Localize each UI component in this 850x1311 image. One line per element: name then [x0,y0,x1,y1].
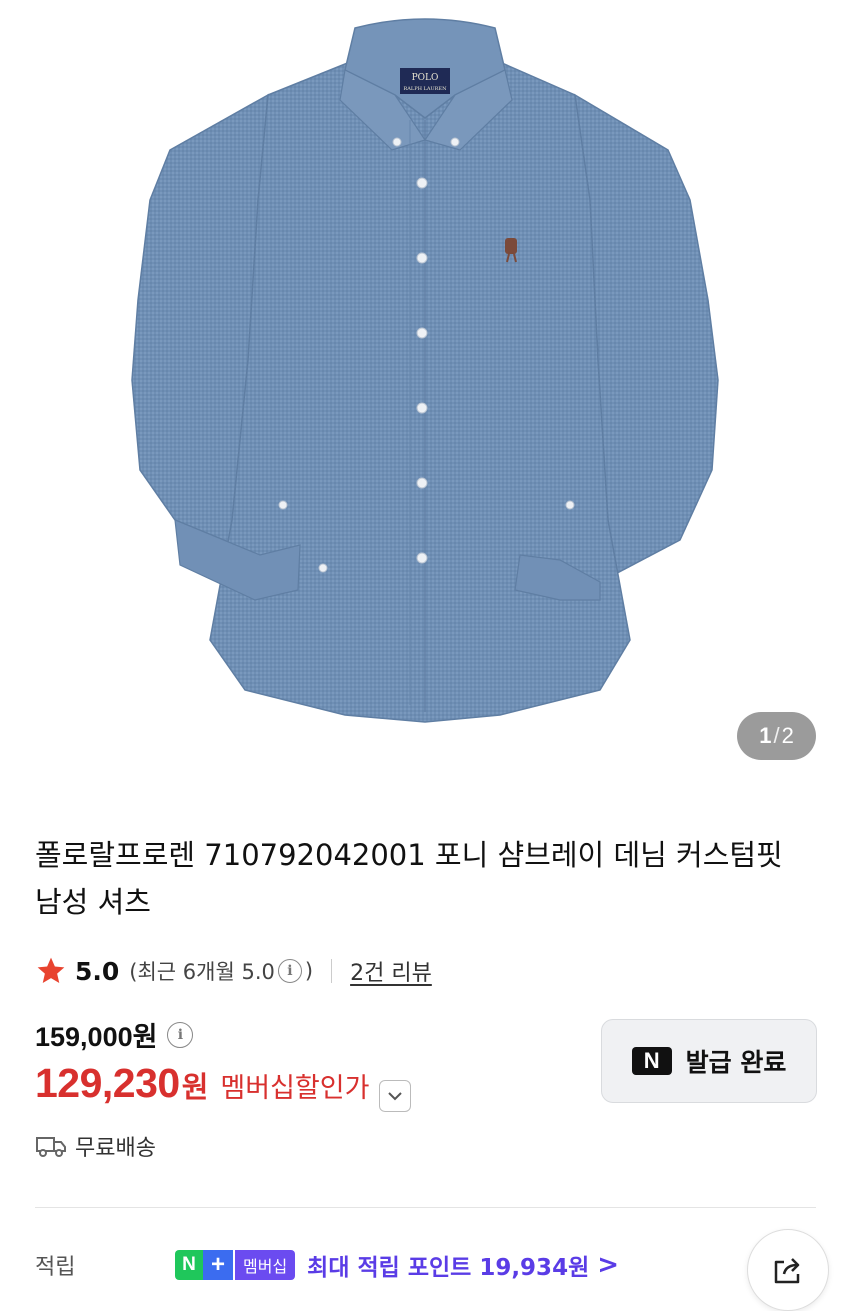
price-info-icon[interactable]: i [167,1021,194,1048]
recent-rating: (최근 6개월 5.0 i ) [129,956,313,986]
section-divider [35,1207,816,1208]
badge-n: N [175,1250,203,1280]
label-brand-top: POLO [412,73,439,83]
product-title: 폴로랄프로렌 710792042001 포니 샴브레이 데님 커스텀핏 남성 셔… [35,838,783,919]
recent-rating-text: (최근 6개월 5.0 [129,960,275,984]
naver-plus-membership-badge: N + 멤버십 [175,1250,296,1280]
shipping-info: 무료배송 [35,1130,156,1162]
coupon-issued-button[interactable]: N 발급 완료 [601,1019,817,1103]
share-button[interactable] [747,1229,829,1311]
divider [331,959,333,983]
sale-price: 129,230 [35,1060,180,1106]
membership-discount-label: 멤버십할인가 [220,1073,370,1104]
coupon-label: 발급 완료 [685,1048,787,1077]
rating-score: 5.0 [75,956,120,986]
recent-rating-close: ) [304,959,314,983]
original-price: 159,000원 i [35,1015,196,1054]
image-pager: 1 / 2 [737,712,816,760]
truck-icon [36,1137,66,1157]
pager-separator: / [773,723,780,748]
price-detail-toggle[interactable] [379,1080,412,1112]
chevron-down-icon [388,1092,403,1101]
badge-plus: + [203,1250,233,1280]
pager-total: 2 [781,723,794,748]
points-label: 적립 [35,1255,76,1280]
badge-membership: 멤버십 [235,1250,296,1280]
shirt-product-image: POLO RALPH LAUREN [131,18,719,723]
share-icon [774,1258,800,1284]
chevron-right-icon: > [597,1250,620,1280]
pager-current: 1 [759,723,772,748]
product-image-gallery[interactable]: POLO RALPH LAUREN 1 / 2 [0,0,850,790]
review-count-link[interactable]: 2건 리뷰 [350,955,432,987]
max-points-text: 최대 적립 포인트 19,934원 [307,1255,590,1281]
points-row[interactable]: 적립 N + 멤버십 최대 적립 포인트 19,934원 > [35,1245,619,1285]
naver-n-icon: N [631,1047,672,1075]
sale-price-row: 129,230 원 멤버십할인가 [35,1060,412,1112]
star-icon [37,957,65,983]
shipping-label: 무료배송 [75,1136,156,1161]
rating-row: 5.0 (최근 6개월 5.0 i ) 2건 리뷰 [35,952,432,990]
label-brand-bottom: RALPH LAUREN [404,86,448,92]
info-icon[interactable]: i [277,959,302,983]
original-price-value: 159,000원 [35,1022,158,1052]
sale-price-unit: 원 [181,1070,209,1104]
